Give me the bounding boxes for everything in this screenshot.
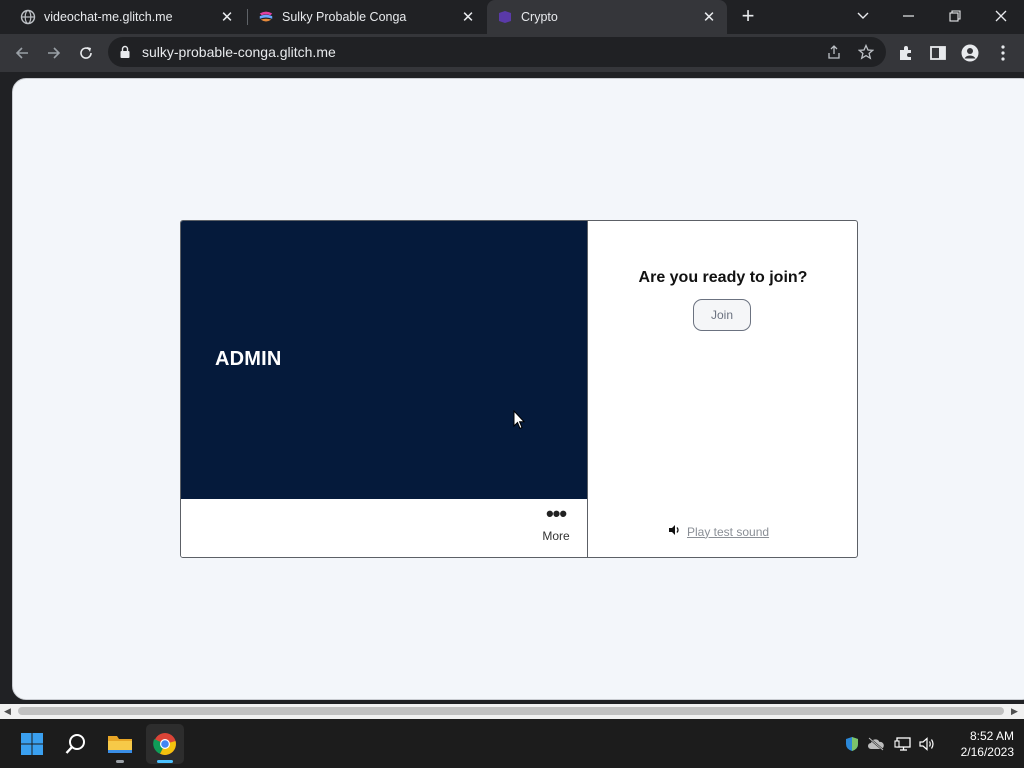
tab-title: Sulky Probable Conga: [282, 10, 407, 24]
speaker-icon: [668, 524, 681, 539]
tab-videochat[interactable]: videochat-me.glitch.me ✕: [0, 0, 245, 34]
play-test-sound-link[interactable]: Play test sound: [668, 524, 769, 539]
network-icon[interactable]: [893, 734, 913, 754]
tab-title: videochat-me.glitch.me: [44, 10, 173, 24]
close-icon[interactable]: ✕: [701, 9, 717, 26]
side-panel-icon[interactable]: [929, 44, 947, 62]
windows-taskbar: 8:52 AM 2/16/2023: [0, 719, 1024, 768]
tab-strip: videochat-me.glitch.me ✕ Sulky Probable …: [0, 0, 1024, 34]
join-panel: Are you ready to join? Join Play test so…: [588, 221, 857, 557]
bookmark-star-icon[interactable]: [857, 43, 875, 60]
reload-icon[interactable]: [72, 39, 100, 67]
clock-date: 2/16/2023: [960, 745, 1014, 759]
close-icon[interactable]: ✕: [460, 9, 476, 26]
join-button[interactable]: Join: [693, 299, 751, 331]
windows-start-icon[interactable]: [16, 728, 48, 760]
tab-search-chevron-icon[interactable]: [840, 0, 886, 32]
scroll-right-arrow-icon[interactable]: ▶: [1011, 706, 1018, 717]
scrollbar-thumb[interactable]: [18, 707, 1004, 715]
profile-icon[interactable]: [961, 44, 979, 62]
back-arrow-icon[interactable]: [8, 39, 36, 67]
tab-title: Crypto: [521, 10, 558, 24]
file-explorer-icon[interactable]: [104, 728, 136, 760]
address-bar[interactable]: sulky-probable-conga.glitch.me: [108, 37, 886, 67]
horizontal-scrollbar[interactable]: ◀ ▶: [0, 704, 1024, 719]
close-icon[interactable]: ✕: [219, 9, 235, 26]
share-icon[interactable]: [826, 44, 842, 60]
chrome-icon[interactable]: [149, 728, 181, 760]
video-controls-bar: ••• More: [181, 499, 588, 557]
browser-toolbar: sulky-probable-conga.glitch.me: [0, 34, 1024, 72]
system-clock[interactable]: 8:52 AM 2/16/2023: [944, 728, 1014, 760]
participant-name: ADMIN: [215, 348, 282, 370]
crypto-favicon-icon: [497, 9, 513, 25]
kebab-menu-icon[interactable]: [994, 44, 1012, 62]
extensions-puzzle-icon[interactable]: [897, 44, 915, 62]
tab-sulky-probable-conga[interactable]: Sulky Probable Conga ✕: [238, 0, 486, 34]
prejoin-card: ADMIN ••• More Are you ready to join? Jo…: [180, 220, 858, 558]
browser-viewport: ADMIN ••• More Are you ready to join? Jo…: [0, 72, 1024, 704]
tab-crypto[interactable]: Crypto ✕: [487, 0, 727, 34]
lock-icon[interactable]: [119, 45, 131, 64]
new-tab-button[interactable]: +: [737, 5, 759, 28]
search-icon[interactable]: [60, 728, 92, 760]
join-prompt: Are you ready to join?: [638, 269, 808, 286]
url-text: sulky-probable-conga.glitch.me: [142, 44, 336, 60]
minimize-icon[interactable]: [886, 0, 932, 32]
scroll-left-arrow-icon[interactable]: ◀: [4, 706, 11, 717]
more-dots-icon: •••: [545, 501, 567, 526]
security-shield-icon[interactable]: [842, 734, 862, 754]
play-test-sound-label: Play test sound: [687, 524, 770, 539]
glitch-fish-icon: [258, 9, 274, 25]
globe-icon: [20, 9, 36, 25]
volume-icon[interactable]: [918, 734, 938, 754]
video-preview: ADMIN: [181, 221, 588, 499]
active-indicator: [157, 760, 173, 763]
more-label: More: [542, 529, 570, 543]
restore-icon[interactable]: [932, 0, 978, 32]
more-button[interactable]: ••• More: [536, 501, 576, 544]
onedrive-offline-icon[interactable]: [866, 734, 886, 754]
page-container: ADMIN ••• More Are you ready to join? Jo…: [12, 78, 1024, 700]
running-indicator: [116, 760, 124, 763]
clock-time: 8:52 AM: [969, 729, 1014, 743]
close-window-icon[interactable]: [978, 0, 1024, 32]
mouse-pointer-icon: [513, 409, 526, 435]
forward-arrow-icon[interactable]: [40, 39, 68, 67]
